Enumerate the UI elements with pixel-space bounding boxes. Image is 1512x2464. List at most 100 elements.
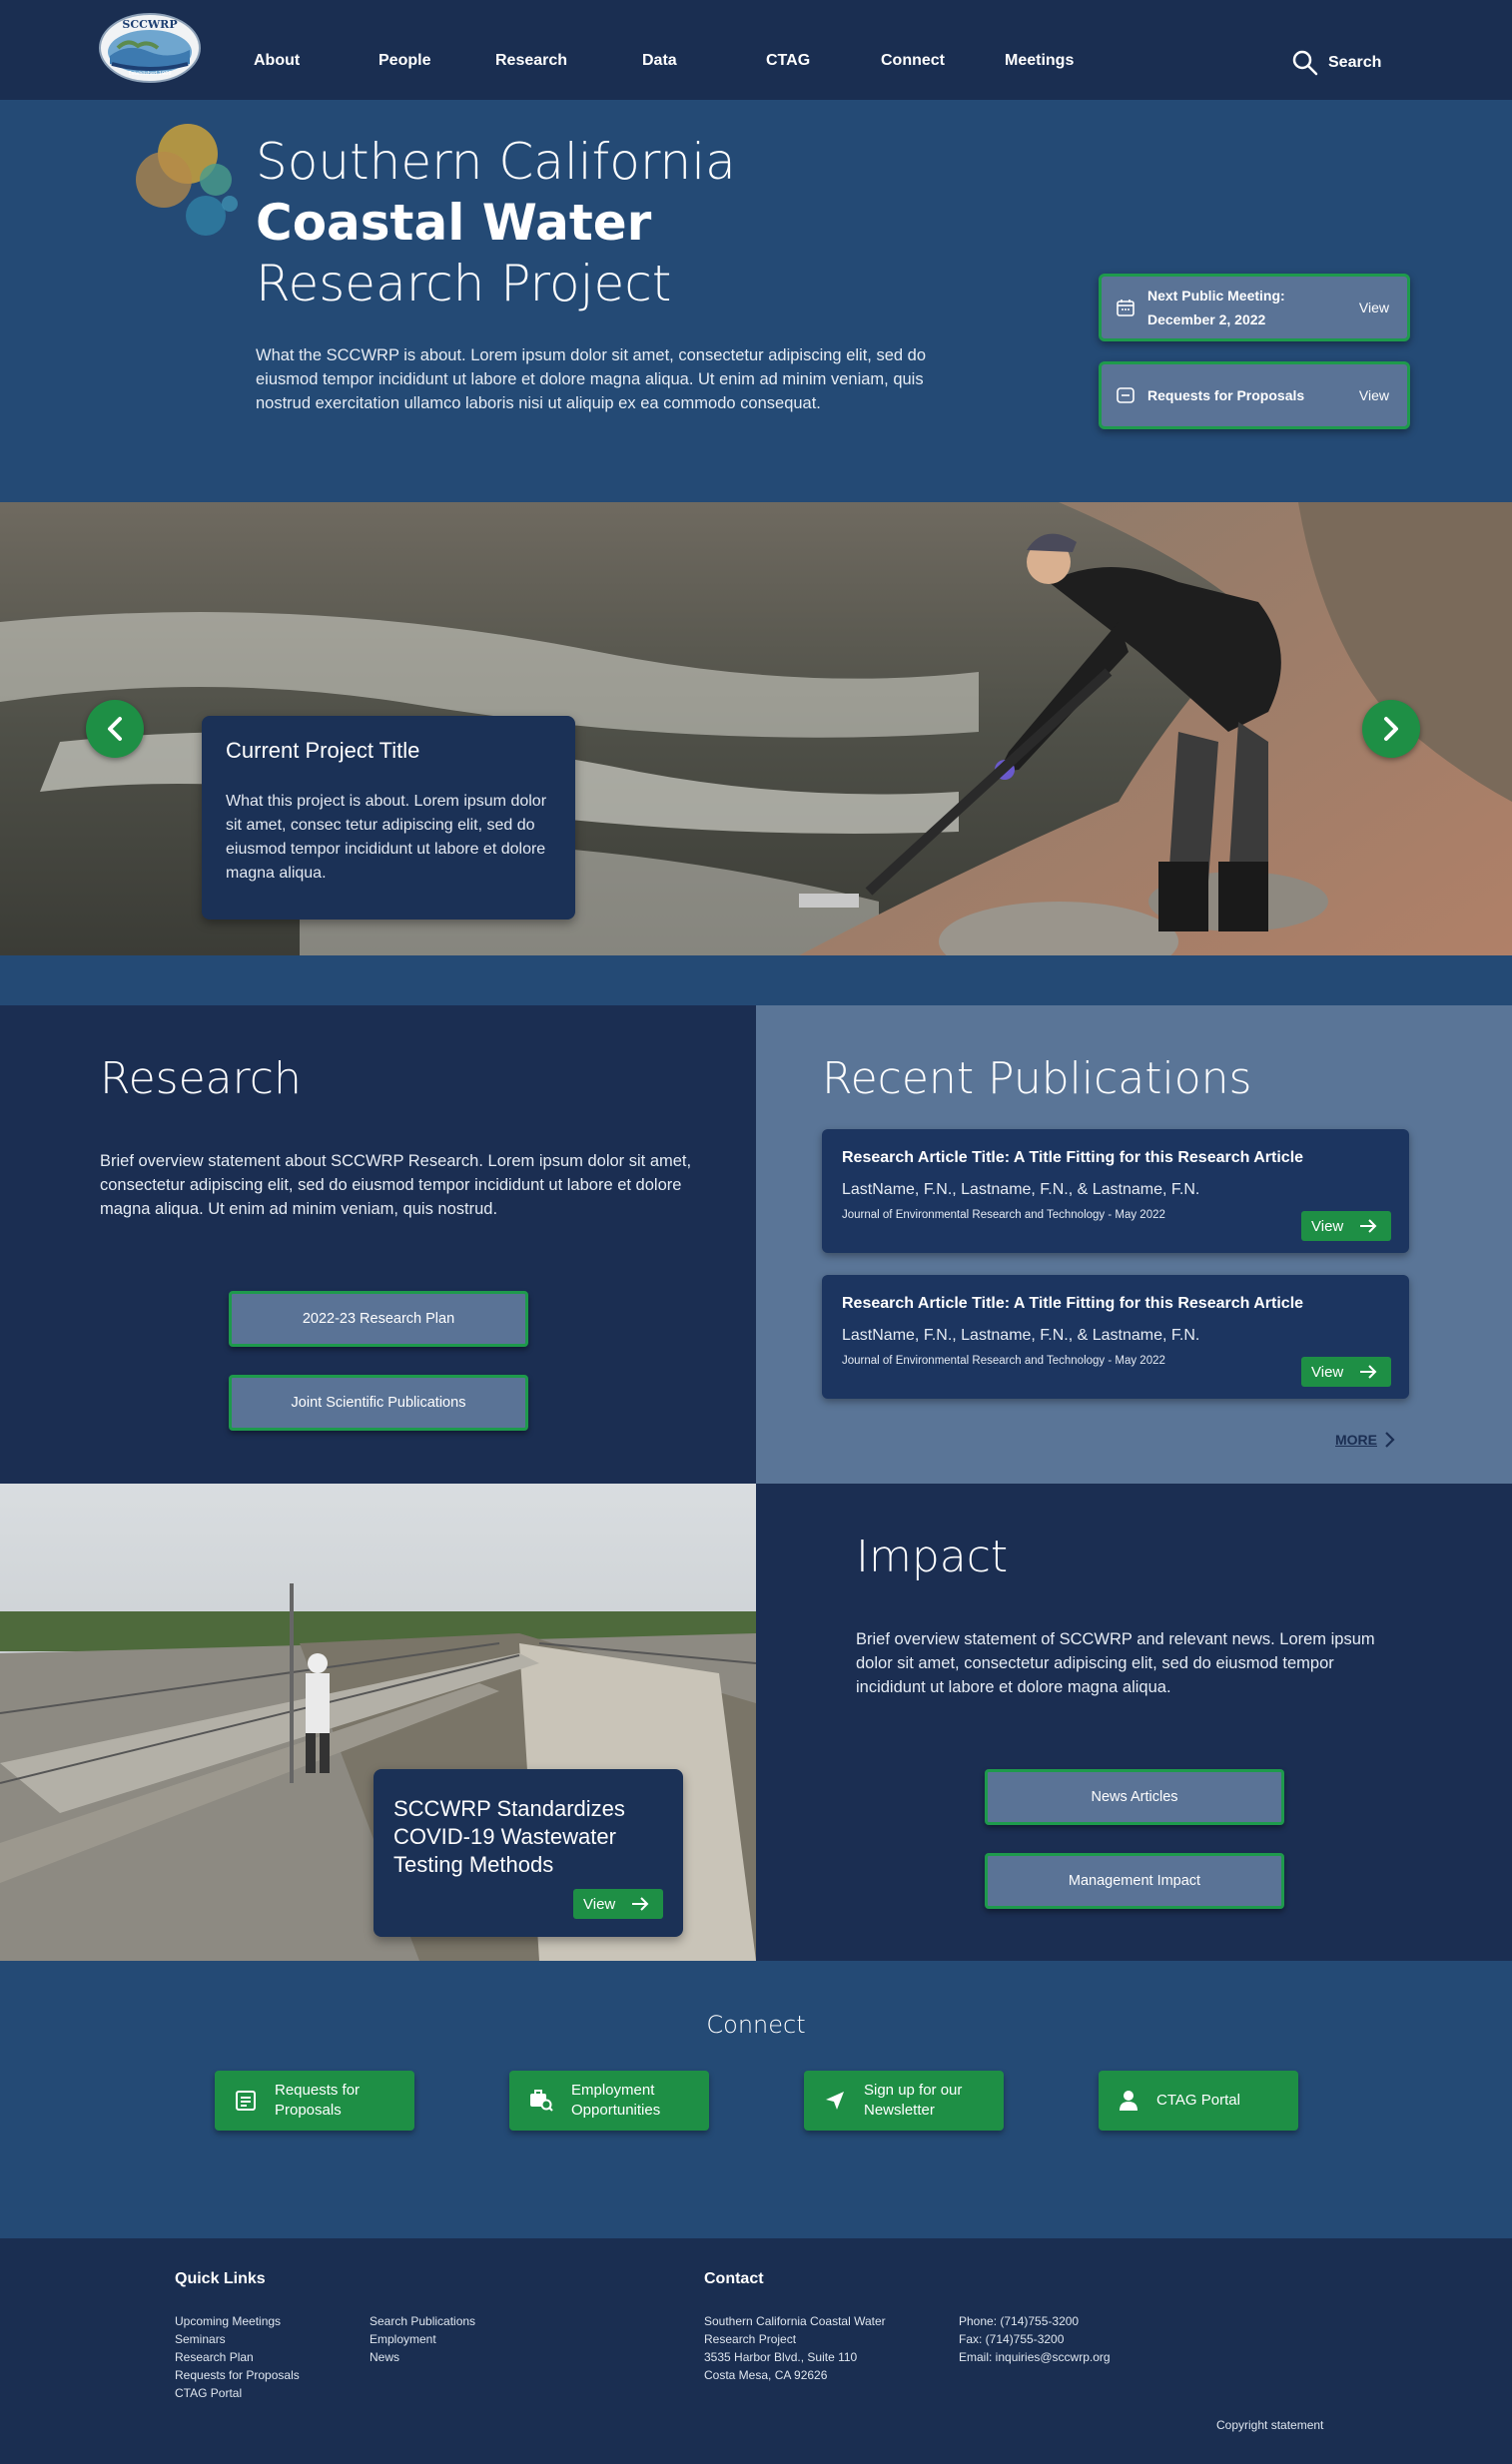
project-title: Current Project Title	[226, 738, 420, 763]
impact-section: Impact Brief overview statement of SCCWR…	[756, 1484, 1512, 1961]
footer-link[interactable]: CTAG Portal	[175, 2384, 300, 2402]
chevron-right-icon	[1385, 1432, 1395, 1448]
nav-meetings[interactable]: Meetings	[1005, 52, 1074, 70]
connect-employment-button[interactable]: Employment Opportunities	[509, 2071, 709, 2131]
publications-heading: Recent Publications	[822, 1053, 1252, 1104]
news-view-button[interactable]: View	[573, 1889, 663, 1919]
top-navigation: SCCWRP Established 1969 About People Res…	[0, 0, 1512, 100]
view-label: View	[1311, 1363, 1344, 1381]
next-meeting-card[interactable]: Next Public Meeting: December 2, 2022 Vi…	[1099, 274, 1410, 341]
email-link[interactable]: Email: inquiries@sccwrp.org	[959, 2348, 1111, 2366]
publication-card[interactable]: Research Article Title: A Title Fitting …	[822, 1129, 1409, 1253]
divider-band	[0, 955, 1512, 1005]
job-search-icon	[530, 2090, 553, 2112]
hero-title-line1: Southern California	[256, 133, 736, 191]
arrow-right-icon	[632, 1897, 649, 1911]
publication-view-button[interactable]: View	[1301, 1357, 1391, 1387]
quick-links-col2: Search Publications Employment News	[370, 2312, 475, 2366]
search-label: Search	[1328, 54, 1382, 71]
news-articles-button[interactable]: News Articles	[985, 1769, 1284, 1825]
arrow-right-icon	[1360, 1219, 1377, 1233]
research-description: Brief overview statement about SCCWRP Re…	[100, 1152, 692, 1218]
publication-title[interactable]: Research Article Title: A Title Fitting …	[842, 1295, 1389, 1313]
connect-newsletter-label: Sign up for our Newsletter	[864, 2082, 963, 2119]
connect-newsletter-button[interactable]: Sign up for our Newsletter	[804, 2071, 1004, 2131]
hero-title-line2: Coastal Water	[256, 194, 652, 252]
footer-link[interactable]: Research Plan	[175, 2348, 300, 2366]
rfp-card-title: Requests for Proposals	[1147, 387, 1305, 403]
nav-connect[interactable]: Connect	[881, 52, 945, 70]
user-icon	[1120, 2091, 1137, 2111]
footer-link[interactable]: Search Publications	[370, 2312, 475, 2330]
nav-about[interactable]: About	[254, 52, 300, 70]
rfp-card-view[interactable]: View	[1359, 387, 1389, 403]
hero-title: Southern California Coastal Water Resear…	[256, 132, 736, 314]
footer: Quick Links Upcoming Meetings Seminars R…	[0, 2238, 1512, 2464]
publication-authors: LastName, F.N., Lastname, F.N., & Lastna…	[842, 1181, 1200, 1198]
research-plan-button[interactable]: 2022-23 Research Plan	[229, 1291, 528, 1347]
search-icon	[1292, 50, 1318, 76]
quick-links-heading: Quick Links	[175, 2270, 266, 2287]
folder-icon	[1117, 387, 1134, 403]
hero-description: What the SCCWRP is about. Lorem ipsum do…	[256, 346, 926, 412]
nav-data[interactable]: Data	[642, 52, 677, 70]
more-label: MORE	[1335, 1432, 1377, 1448]
logo-sub: Established 1969	[128, 71, 171, 77]
view-label: View	[583, 1895, 616, 1913]
phone-line: Phone: (714)755-3200	[959, 2314, 1080, 2328]
footer-link[interactable]: Seminars	[175, 2330, 300, 2348]
quick-links-col1: Upcoming Meetings Seminars Research Plan…	[175, 2312, 300, 2402]
joint-publications-button[interactable]: Joint Scientific Publications	[229, 1375, 528, 1431]
nav-people[interactable]: People	[378, 52, 430, 70]
connect-ctag-button[interactable]: CTAG Portal	[1099, 2071, 1298, 2131]
chevron-left-icon	[108, 717, 122, 741]
address-line: 3535 Harbor Blvd., Suite 110	[704, 2350, 858, 2364]
logo-text: SCCWRP	[122, 18, 177, 31]
decorative-bubbles	[136, 124, 238, 236]
contact-phone: Phone: (714)755-3200 Fax: (714)755-3200 …	[959, 2312, 1111, 2366]
more-publications-link[interactable]: MORE	[1335, 1431, 1395, 1449]
address-line: Research Project	[704, 2332, 797, 2346]
footer-link[interactable]: Requests for Proposals	[175, 2366, 300, 2384]
connect-ctag-label: CTAG Portal	[1156, 2092, 1240, 2109]
footer-link[interactable]: Employment	[370, 2330, 475, 2348]
next-meeting-title: Next Public Meeting: December 2, 2022	[1147, 288, 1285, 327]
hero-title-line3: Research Project	[256, 255, 672, 312]
connect-heading: Connect	[706, 2011, 806, 2039]
address-line: Southern California Coastal Water	[704, 2314, 886, 2328]
publication-title[interactable]: Research Article Title: A Title Fitting …	[842, 1149, 1389, 1167]
research-heading: Research	[100, 1053, 302, 1104]
connect-rfp-button[interactable]: Requests for Proposals	[215, 2071, 414, 2131]
calendar-icon	[1117, 300, 1134, 316]
research-section: Research Brief overview statement about …	[0, 1005, 756, 1484]
news-feature: SCCWRP Standardizes COVID-19 Wastewater …	[0, 1484, 756, 1961]
news-title: SCCWRP Standardizes COVID-19 Wastewater …	[393, 1796, 625, 1877]
carousel-prev-button[interactable]	[86, 700, 144, 758]
impact-description: Brief overview statement of SCCWRP and r…	[856, 1630, 1375, 1696]
footer-link[interactable]: News	[370, 2348, 475, 2366]
impact-heading: Impact	[856, 1532, 1009, 1582]
chevron-right-icon	[1384, 717, 1398, 741]
contact-address: Southern California Coastal Water Resear…	[704, 2312, 886, 2384]
list-icon	[236, 2091, 256, 2111]
sccwrp-logo[interactable]: SCCWRP Established 1969	[98, 12, 202, 84]
carousel-next-button[interactable]	[1362, 700, 1420, 758]
management-impact-button[interactable]: Management Impact	[985, 1853, 1284, 1909]
project-carousel: Current Project Title What this project …	[0, 502, 1512, 955]
send-icon	[826, 2092, 844, 2110]
hero-section: Southern California Coastal Water Resear…	[0, 100, 1512, 502]
publication-card[interactable]: Research Article Title: A Title Fitting …	[822, 1275, 1409, 1399]
footer-link[interactable]: Upcoming Meetings	[175, 2312, 300, 2330]
fax-line: Fax: (714)755-3200	[959, 2332, 1065, 2346]
rfp-card[interactable]: Requests for Proposals View	[1099, 361, 1410, 429]
connect-employment-label: Employment Opportunities	[571, 2082, 661, 2119]
nav-research[interactable]: Research	[495, 52, 567, 70]
publication-view-button[interactable]: View	[1301, 1211, 1391, 1241]
search-button[interactable]: Search	[1292, 50, 1381, 76]
news-card: SCCWRP Standardizes COVID-19 Wastewater …	[374, 1769, 683, 1937]
publication-authors: LastName, F.N., Lastname, F.N., & Lastna…	[842, 1327, 1200, 1344]
nav-ctag[interactable]: CTAG	[766, 52, 810, 70]
project-card: Current Project Title What this project …	[202, 716, 575, 920]
next-meeting-view[interactable]: View	[1359, 300, 1389, 315]
connect-rfp-label: Requests for Proposals	[275, 2082, 361, 2119]
